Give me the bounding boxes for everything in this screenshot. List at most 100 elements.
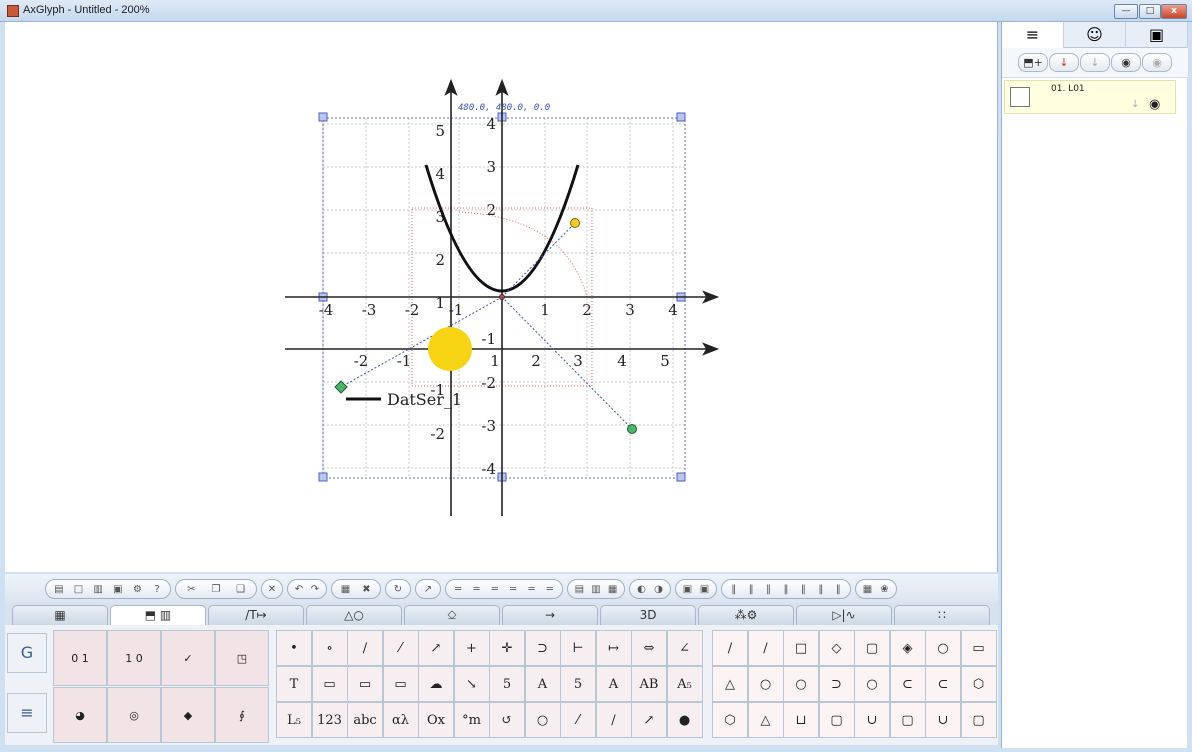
toolbar-button[interactable]: ❐ (209, 584, 223, 595)
draw-tool-button[interactable]: / (347, 630, 383, 666)
draw-tool-button[interactable]: ▭ (347, 666, 383, 702)
shape-tool-button[interactable]: □ (783, 630, 819, 666)
shape-tool-button[interactable]: ∪ (854, 702, 890, 738)
palette-tab[interactable]: ⁂⚙ (698, 605, 794, 625)
shape-tool-button[interactable]: ○ (925, 630, 961, 666)
red-dotted-arc[interactable] (458, 211, 588, 298)
draw-tool-button[interactable]: ↘ (453, 666, 490, 702)
draw-tool-button[interactable]: 5 (489, 666, 525, 702)
draw-tool-button[interactable]: Ox (418, 702, 454, 738)
toolbar-button[interactable]: ‖ (796, 584, 810, 595)
toolbar-button[interactable]: ‖ (831, 584, 845, 595)
maximize-button[interactable]: □ (1139, 4, 1161, 19)
palette-tab[interactable]: → (502, 605, 598, 625)
shape-tool-button[interactable]: ◈ (889, 630, 926, 666)
toolbar-button[interactable]: ═ (524, 584, 538, 595)
close-button[interactable]: x (1161, 4, 1187, 19)
toolbar-button[interactable]: ‖ (762, 584, 776, 595)
shape-tool-button[interactable]: ○ (747, 666, 784, 702)
draw-tool-button[interactable]: ↦ (595, 630, 632, 666)
shape-tool-button[interactable]: △ (712, 666, 748, 702)
layer-item[interactable]: 01. L01 ↓ ◉ (1004, 80, 1176, 114)
shape-tool-button[interactable]: ▭ (960, 630, 997, 666)
draw-tool-button[interactable]: A (524, 666, 561, 702)
plot-type-button[interactable]: 1 0 (107, 630, 161, 686)
palette-tab[interactable]: 3D (600, 605, 696, 625)
plot-type-button[interactable]: 0 1 (53, 630, 107, 686)
shape-tool-button[interactable]: ▢ (818, 702, 855, 738)
plot-type-button[interactable]: ◳ (215, 630, 269, 686)
draw-tool-button[interactable]: αλ (382, 702, 419, 738)
draw-tool-button[interactable]: abc (347, 702, 383, 738)
plot-type-button[interactable]: ∮ (215, 687, 269, 743)
shape-tool-button[interactable]: ⊃ (818, 666, 855, 702)
toolbar-button[interactable]: ‖ (744, 584, 758, 595)
draw-tool-button[interactable]: L₅ (276, 702, 312, 738)
sun-marker[interactable] (428, 327, 472, 371)
draw-tool-button[interactable]: °m (453, 702, 490, 738)
minimize-button[interactable]: — (1114, 4, 1138, 19)
layers-tab-icon[interactable]: ≡ (1002, 22, 1064, 48)
shape-tool-button[interactable]: ▢ (854, 630, 890, 666)
toolbar-button[interactable]: ═ (469, 584, 483, 595)
toolbar-button[interactable]: ═ (451, 584, 465, 595)
draw-tool-button[interactable]: + (453, 630, 490, 666)
shape-tool-button[interactable]: ○ (854, 666, 890, 702)
draw-tool-button[interactable]: A₅ (666, 666, 703, 702)
toolbar-button[interactable]: ▥ (91, 584, 105, 595)
add-layer-button[interactable]: ⬒+ (1018, 53, 1048, 72)
plot-type-button[interactable]: ◕ (53, 687, 107, 743)
draw-tool-button[interactable]: ● (666, 702, 703, 738)
toolbar-button[interactable]: ↗ (421, 584, 435, 595)
camera-tab-icon[interactable]: ▣ (1126, 22, 1188, 48)
draw-tool-button[interactable]: ⁄ (560, 702, 596, 738)
draw-tool-button[interactable]: ▭ (382, 666, 419, 702)
shape-tool-button[interactable]: ○ (783, 666, 819, 702)
toolbar-button[interactable]: ↶ (292, 584, 306, 595)
toolbar-button[interactable]: ↻ (391, 584, 405, 595)
draw-tool-button[interactable]: T (276, 666, 312, 702)
layer-visibility-icon[interactable]: ◉ (1149, 97, 1160, 112)
yellow-point[interactable] (570, 218, 580, 228)
draw-tool-button[interactable]: / (595, 702, 632, 738)
draw-tool-button[interactable]: ☁ (418, 666, 454, 702)
toolbar-button[interactable]: ❑ (234, 584, 248, 595)
draw-tool-button[interactable]: 5 (560, 666, 596, 702)
palette-tab[interactable]: /T↦ (208, 605, 304, 625)
toolbar-button[interactable]: ═ (543, 584, 557, 595)
palette-tab-icon[interactable]: ☺ (1064, 22, 1126, 48)
toolbar-button[interactable]: ◐ (635, 584, 649, 595)
draw-tool-button[interactable]: ∠ (666, 630, 703, 666)
shape-tool-button[interactable]: / (712, 630, 748, 666)
toolbar-button[interactable]: ▦ (339, 584, 353, 595)
shape-tool-button[interactable]: ∪ (925, 702, 961, 738)
plot-type-button[interactable]: ◎ (107, 687, 161, 743)
palette-tab[interactable]: △○ (306, 605, 402, 625)
draw-tool-button[interactable]: ⊢ (560, 630, 596, 666)
list-side-button[interactable]: ≡ (7, 693, 47, 733)
drawing-canvas[interactable]: -4 -3 -2 -1 1 2 3 4 4 3 2 -1 -2 -3 -4 -2 -1 1 2 3 4 5 54321… (5, 22, 998, 572)
toolbar-button[interactable]: □ (71, 584, 85, 595)
shape-tool-button[interactable]: ⬡ (960, 666, 997, 702)
draw-tool-button[interactable]: 123 (311, 702, 348, 738)
toolbar-button[interactable]: ▣ (111, 584, 125, 595)
toolbar-button[interactable]: ‖ (779, 584, 793, 595)
palette-tab[interactable]: ▦ (12, 605, 108, 625)
toolbar-button[interactable]: ✖ (360, 584, 374, 595)
toolbar-button[interactable]: ▤ (572, 584, 586, 595)
shape-tool-button[interactable]: △ (747, 702, 784, 738)
shape-tool-button[interactable]: ▢ (960, 702, 997, 738)
draw-tool-button[interactable]: ∘ (311, 630, 348, 666)
shape-tool-button[interactable]: ⊂ (889, 666, 926, 702)
draw-tool-button[interactable]: ⊃ (524, 630, 561, 666)
draw-tool-button[interactable]: ○ (524, 702, 561, 738)
move-down-button[interactable]: ↓ (1080, 53, 1110, 72)
shape-tool-button[interactable]: ◇ (818, 630, 855, 666)
hide-layer-button[interactable]: ◉ (1142, 53, 1172, 72)
toolbar-button[interactable]: ◑ (652, 584, 666, 595)
toolbar-button[interactable]: ✕ (265, 584, 279, 595)
toolbar-button[interactable]: ‖ (814, 584, 828, 595)
toolbar-button[interactable]: ▦ (606, 584, 620, 595)
draw-tool-button[interactable]: ↗ (418, 630, 454, 666)
toolbar-button[interactable]: ? (150, 584, 164, 595)
